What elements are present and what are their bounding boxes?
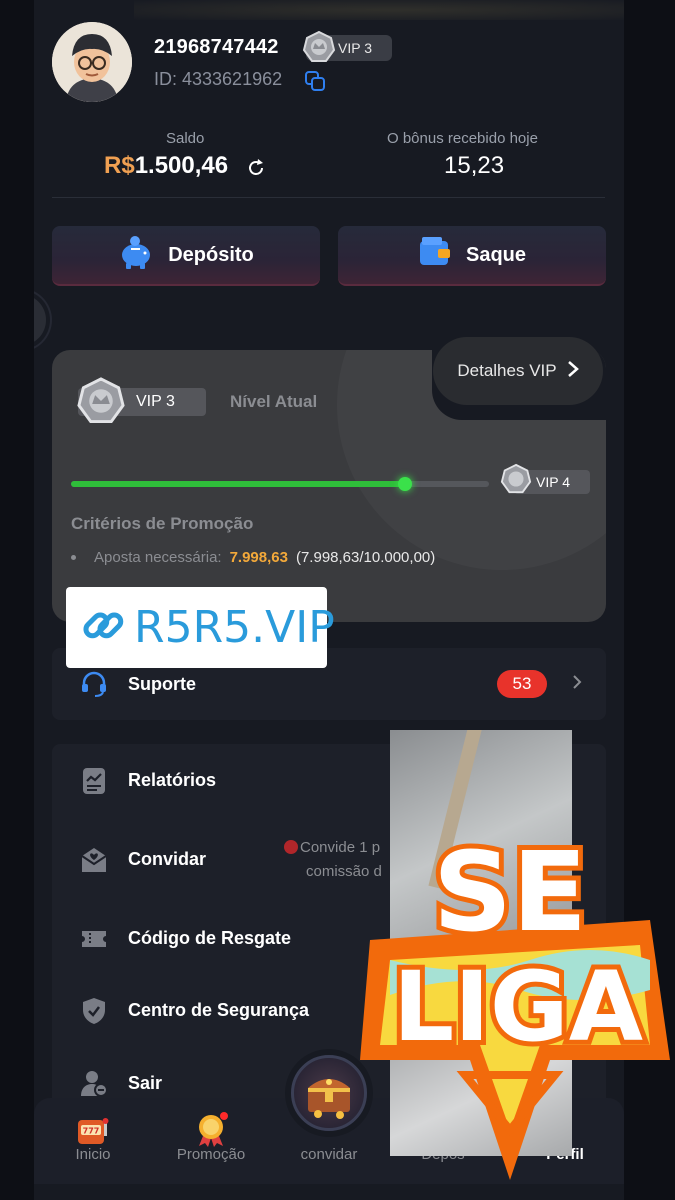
balance-label: Saldo <box>166 130 205 147</box>
chevron-right-icon <box>567 360 579 383</box>
vip-details-button[interactable]: Detalhes VIP <box>433 337 603 405</box>
support-label: Suporte <box>128 674 197 694</box>
logout-icon <box>80 1069 108 1097</box>
withdraw-button[interactable]: Saque <box>338 226 606 286</box>
wallet-icon <box>418 237 452 273</box>
svg-text:777: 777 <box>83 1127 100 1136</box>
vip-medal-icon <box>500 463 532 498</box>
medal-icon <box>193 1112 229 1148</box>
menu-item-invite[interactable]: Convidar <box>128 849 206 870</box>
support-badge: 53 <box>497 670 547 698</box>
se-liga-sticker: SE LIGA <box>360 823 670 1180</box>
bonus-value: 15,23 <box>444 152 505 179</box>
vip-medal-icon <box>302 30 336 67</box>
current-vip-badge: VIP 3 <box>77 377 206 424</box>
chevron-right-icon <box>572 673 582 696</box>
shield-icon <box>80 997 108 1025</box>
current-vip-label: VIP 3 <box>136 393 175 410</box>
balance-amount: 1.500,46 <box>134 152 229 179</box>
nav-promotion[interactable]: Promoção <box>166 1146 256 1163</box>
divider <box>52 197 605 198</box>
vip-details-label: Detalhes VIP <box>457 361 557 380</box>
slot-machine-icon: 777 <box>74 1112 110 1148</box>
next-vip-badge: VIP 4 <box>500 463 590 494</box>
red-dot-icon <box>284 840 298 854</box>
bet-label: Aposta necessária: <box>94 549 222 566</box>
bonus-label: O bônus recebido hoje <box>387 130 538 147</box>
vip-progress-track <box>71 477 489 491</box>
bullet <box>71 555 76 560</box>
side-drawer-tab[interactable] <box>34 290 50 350</box>
headset-icon <box>80 670 108 698</box>
ticket-icon <box>80 925 108 953</box>
next-vip-label: VIP 4 <box>536 474 570 490</box>
bet-amount: 7.998,63 <box>229 549 288 566</box>
se-liga-line2: LIGA <box>393 951 643 1063</box>
vip-chip-label: VIP 3 <box>338 40 372 56</box>
bet-total: (7.998,63/10.000,00) <box>295 549 436 566</box>
top-glow <box>134 0 624 20</box>
report-icon <box>80 767 108 795</box>
balance-currency: R$ <box>104 152 135 179</box>
username: 21968747442 <box>154 36 279 58</box>
menu-item-security-center[interactable]: Centro de Segurança <box>128 1000 309 1021</box>
copy-icon[interactable] <box>304 70 326 92</box>
menu-item-reports[interactable]: Relatórios <box>128 770 216 791</box>
deposit-button[interactable]: Depósito <box>52 226 320 286</box>
user-id: ID: 4333621962 <box>154 69 283 89</box>
withdraw-label: Saque <box>465 243 527 266</box>
piggy-bank-icon <box>118 235 154 275</box>
menu-item-logout[interactable]: Sair <box>128 1073 162 1094</box>
criteria-title: Critérios de Promoção <box>71 514 254 533</box>
invite-icon <box>80 846 108 874</box>
refresh-icon[interactable] <box>246 158 266 178</box>
menu-item-redeem-code[interactable]: Código de Resgate <box>128 928 291 949</box>
link-icon <box>80 602 126 653</box>
vip-level-chip: VIP 3 <box>302 30 392 62</box>
current-level-label: Nível Atual <box>230 392 318 411</box>
deposit-label: Depósito <box>168 243 254 266</box>
watermark-sticker: R5R5.VIP <box>66 587 335 668</box>
watermark-text: R5R5.VIP <box>134 602 335 653</box>
avatar[interactable] <box>52 22 132 102</box>
vip-progress-fill <box>71 481 406 487</box>
balance-value: R$1.500,46 <box>104 152 228 180</box>
criteria-line: Aposta necessária: 7.998,63 (7.998,63/10… <box>71 549 435 566</box>
vip-medal-icon <box>76 376 126 431</box>
nav-home[interactable]: Inicio <box>48 1146 138 1163</box>
se-liga-line1: SE <box>433 828 587 956</box>
